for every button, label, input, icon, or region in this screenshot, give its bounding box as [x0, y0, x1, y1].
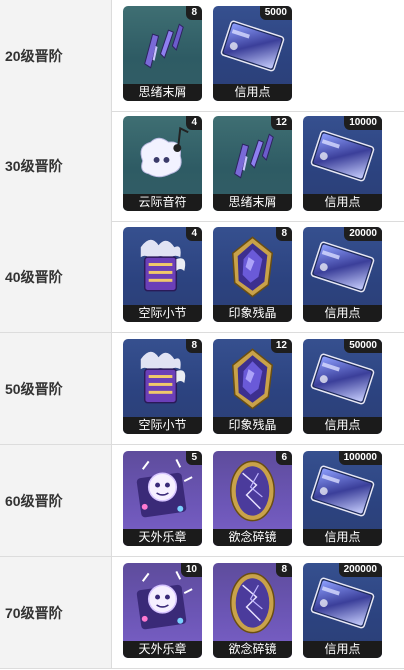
ascension-row: 60级晋阶 5 天外乐章 6 欲念碎镜 100000 信用点 [0, 445, 404, 557]
material-name: 天外乐章 [123, 529, 202, 546]
material-card[interactable]: 8 印象残晶 [213, 227, 292, 322]
material-name: 信用点 [303, 529, 382, 546]
material-count-badge: 12 [270, 116, 292, 130]
material-card[interactable]: 50000 信用点 [303, 339, 382, 434]
material-name: 云际音符 [123, 194, 202, 211]
material-card[interactable]: 12 印象残晶 [213, 339, 292, 434]
material-count-badge: 50000 [344, 339, 382, 353]
ascension-row: 70级晋阶 10 天外乐章 8 欲念碎镜 200000 信用点 [0, 557, 404, 669]
material-list: 5 天外乐章 6 欲念碎镜 100000 信用点 [123, 451, 382, 546]
material-count-badge: 8 [276, 227, 292, 241]
material-list: 8 空际小节 12 印象残晶 50000 信用点 [123, 339, 382, 434]
material-list: 10 天外乐章 8 欲念碎镜 200000 信用点 [123, 563, 382, 658]
material-card[interactable]: 5000 信用点 [213, 6, 292, 101]
material-count-badge: 20000 [344, 227, 382, 241]
material-name: 信用点 [303, 641, 382, 658]
material-count-badge: 100000 [338, 451, 382, 465]
material-name: 信用点 [213, 84, 292, 101]
ascension-level-label: 20级晋阶 [0, 0, 112, 111]
material-name: 思绪末屑 [123, 84, 202, 101]
material-card[interactable]: 8 思绪末屑 [123, 6, 202, 101]
material-name: 印象残晶 [213, 417, 292, 434]
material-list: 8 思绪末屑 5000 信用点 [123, 6, 292, 101]
material-card[interactable]: 200000 信用点 [303, 563, 382, 658]
material-card[interactable]: 6 欲念碎镜 [213, 451, 292, 546]
material-list: 4 云际音符 12 思绪末屑 10000 信用点 [123, 116, 382, 211]
material-card[interactable]: 4 空际小节 [123, 227, 202, 322]
material-name: 思绪末屑 [213, 194, 292, 211]
ascension-level-label: 60级晋阶 [0, 445, 112, 556]
ascension-row: 20级晋阶 8 思绪末屑 5000 信用点 [0, 0, 404, 112]
ascension-row: 50级晋阶 8 空际小节 12 印象残晶 50000 信用点 [0, 333, 404, 445]
material-name: 印象残晶 [213, 305, 292, 322]
material-count-badge: 8 [276, 563, 292, 577]
material-card[interactable]: 10 天外乐章 [123, 563, 202, 658]
material-count-badge: 12 [270, 339, 292, 353]
material-name: 空际小节 [123, 417, 202, 434]
ascension-level-label: 50级晋阶 [0, 333, 112, 444]
ascension-materials-table: 20级晋阶 8 思绪末屑 5000 信用点 30级晋阶 4 云际音符 12 思绪末屑 [0, 0, 404, 670]
material-name: 信用点 [303, 417, 382, 434]
material-count-badge: 5 [186, 451, 202, 465]
material-card[interactable]: 10000 信用点 [303, 116, 382, 211]
material-count-badge: 4 [186, 227, 202, 241]
material-count-badge: 8 [186, 6, 202, 20]
material-card[interactable]: 5 天外乐章 [123, 451, 202, 546]
material-name: 欲念碎镜 [213, 641, 292, 658]
ascension-row: 40级晋阶 4 空际小节 8 印象残晶 20000 信用点 [0, 221, 404, 333]
material-card[interactable]: 4 云际音符 [123, 116, 202, 211]
material-count-badge: 4 [186, 116, 202, 130]
material-count-badge: 6 [276, 451, 292, 465]
material-count-badge: 5000 [259, 6, 292, 20]
material-name: 信用点 [303, 305, 382, 322]
material-card[interactable]: 12 思绪末屑 [213, 116, 292, 211]
material-count-badge: 8 [186, 339, 202, 353]
ascension-level-label: 70级晋阶 [0, 557, 112, 668]
ascension-level-label: 40级晋阶 [0, 221, 112, 332]
ascension-level-label: 30级晋阶 [0, 110, 112, 221]
material-card[interactable]: 20000 信用点 [303, 227, 382, 322]
ascension-row: 30级晋阶 4 云际音符 12 思绪末屑 10000 信用点 [0, 110, 404, 222]
material-card[interactable]: 8 欲念碎镜 [213, 563, 292, 658]
material-list: 4 空际小节 8 印象残晶 20000 信用点 [123, 227, 382, 322]
material-count-badge: 10 [180, 563, 202, 577]
material-name: 空际小节 [123, 305, 202, 322]
material-card[interactable]: 100000 信用点 [303, 451, 382, 546]
material-count-badge: 10000 [344, 116, 382, 130]
material-name: 天外乐章 [123, 641, 202, 658]
material-name: 信用点 [303, 194, 382, 211]
material-card[interactable]: 8 空际小节 [123, 339, 202, 434]
material-name: 欲念碎镜 [213, 529, 292, 546]
material-count-badge: 200000 [338, 563, 382, 577]
